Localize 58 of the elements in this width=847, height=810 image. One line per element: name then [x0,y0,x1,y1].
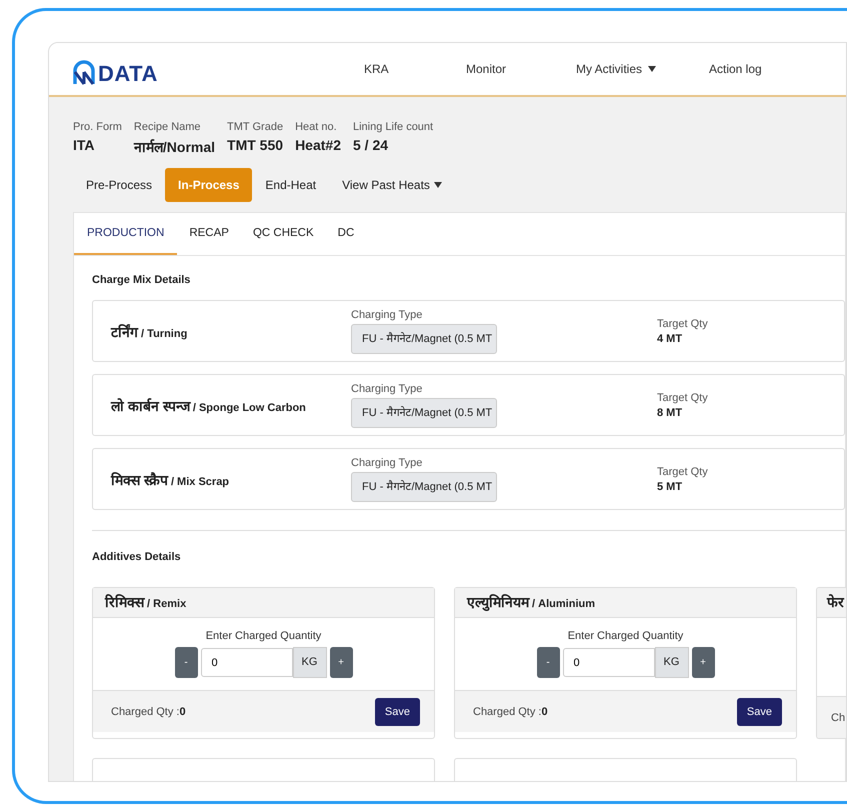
charging-type-field[interactable]: FU - मैगनेट/Magnet (0.5 MT [351,398,497,428]
material-name: टर्निंग / Turning [111,322,188,340]
charging-type-field[interactable]: FU - मैगनेट/Magnet (0.5 MT [351,324,497,354]
field-value: TMT 550 [227,137,284,153]
unit-label: KG [654,647,688,678]
field-label: Target Qty [657,318,708,330]
field-value: 8 MT [657,406,684,418]
material-name: मिक्स स्क्रैप / Mix Scrap [111,470,230,488]
section-title: Charge Mix Details [92,274,192,286]
plus-button[interactable]: + [330,647,352,678]
charging-type-field[interactable]: FU - मैगनेट/Magnet (0.5 MT [351,472,497,502]
material-name: लो कार्बन स्पन्ज / Sponge Low Carbon [111,396,307,414]
field-value: 5 / 24 [352,137,390,153]
charged-quantity: Charged Qty :0 [473,706,548,718]
field-label: TMT Grade [227,121,284,133]
field-label: Heat no. [295,121,338,133]
stage-tab[interactable]: Pre-Process [73,168,166,202]
nav-link[interactable]: Monitor [466,62,576,76]
field-label: Enter Charged Quantity [568,630,684,642]
field-label: Charging Type [351,382,424,394]
card-title: एल्युमिनियम / Aluminium [455,588,796,618]
quantity-input[interactable]: 0 [562,648,654,677]
field-value: नार्मल/Normal [134,138,216,156]
section-tab[interactable]: QC CHECK [240,213,326,255]
nav-link[interactable]: My Activities [576,62,709,76]
field-label: Lining Life count [352,121,434,133]
minus-button[interactable]: - [536,647,560,678]
charged-quantity: Charged Qty :0 [111,706,186,718]
minus-button[interactable]: - [174,647,198,678]
section-tab[interactable]: DC [326,213,366,255]
save-button[interactable]: Save [374,698,420,726]
field-label: Target Qty [657,392,708,404]
section-tab[interactable]: PRODUCTION [74,213,178,255]
stage-tab[interactable]: View Past Heats [329,168,455,202]
field-label: Recipe Name [134,121,202,133]
nav-link[interactable]: KRA [364,62,466,76]
section-title: Additives Details [92,551,182,563]
logo-icon [72,59,96,85]
field-value: 5 MT [657,480,684,492]
field-value: ITA [73,137,96,153]
field-value: 4 MT [657,332,684,344]
save-button[interactable]: Save [736,698,782,726]
field-label: Charging Type [351,308,424,320]
field-value: Heat#2 [295,137,341,153]
field-label: Pro. Form [73,121,122,133]
unit-label: KG [292,647,326,678]
charged-quantity: Ch [831,712,846,724]
logo-text: DATA [98,63,158,85]
field-label: Charging Type [351,456,424,468]
field-label: Target Qty [657,466,708,478]
field-label: Enter Charged Quantity [206,630,322,642]
card-title: फेर [817,588,846,618]
card-title: रिमिक्स / Remix [93,588,434,618]
stage-tab[interactable]: End-Heat [252,168,330,202]
quantity-input[interactable]: 0 [200,648,292,677]
nav-link[interactable]: Action log [709,62,762,76]
section-tab[interactable]: RECAP [177,213,241,255]
plus-button[interactable]: + [692,647,714,678]
